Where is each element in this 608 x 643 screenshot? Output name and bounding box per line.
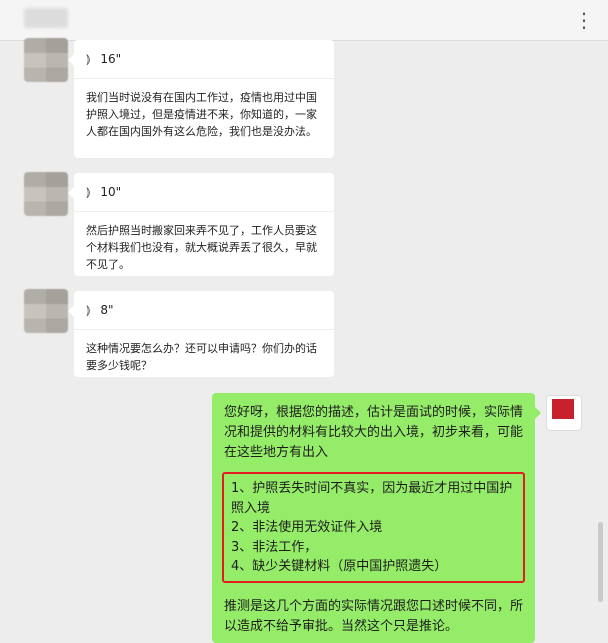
avatar[interactable] (24, 38, 68, 82)
voice-row[interactable]: ⦆ 10" (86, 181, 322, 203)
voice-wave-icon: ⦆ (86, 184, 91, 200)
voice-duration: 16" (100, 52, 122, 66)
reply-point: 2、非法使用无效证件入境 (231, 520, 383, 535)
voice-transcript: 然后护照当时搬家回来弄不见了，工作人员要这个材料我们也没有，就大概说弄丢了很久，… (86, 224, 317, 271)
voice-transcript: 我们当时说没有在国内工作过，疫情也用过中国护照入境过，但是疫情进不来，你知道的，… (86, 91, 317, 138)
voice-message-bubble[interactable]: ⦆ 16" 我们当时说没有在国内工作过，疫情也用过中国护照入境过，但是疫情进不来… (68, 40, 334, 158)
voice-row[interactable]: ⦆ 16" (86, 48, 322, 70)
voice-duration: 8" (100, 303, 114, 317)
reply-point: 3、非法工作， (231, 539, 318, 555)
chat-title-blurred (24, 8, 68, 28)
voice-duration: 10" (100, 185, 122, 199)
divider (74, 211, 334, 212)
chat-header: ⋮ (0, 0, 608, 41)
more-vertical-icon[interactable]: ⋮ (574, 10, 594, 30)
highlighted-points-box: 1、护照丢失时间不真实，因为最近才用过中国护照入境 2、非法使用无效证件入境 3… (222, 472, 525, 583)
scrollbar[interactable] (598, 522, 603, 602)
reply-tail: 推测是这几个方面的实际情况跟您口述时候不同，所以造成不给予审批。当然这个只是推论… (224, 598, 524, 634)
divider (74, 329, 334, 330)
avatar[interactable] (24, 289, 68, 333)
reply-message-bubble[interactable]: 您好呀，根据您的描述，估计是面试的时候，实际情况和提供的材料有比较大的出入境，初… (212, 393, 541, 643)
reply-intro: 您好呀，根据您的描述，估计是面试的时候，实际情况和提供的材料有比较大的出入境，初… (224, 405, 524, 460)
logo-mark (552, 399, 574, 419)
voice-message-bubble[interactable]: ⦆ 8" 这种情况要怎么办？还可以申请吗？你们办的话要多少钱呢？ (68, 291, 334, 377)
self-avatar-logo[interactable] (546, 395, 582, 431)
voice-wave-icon: ⦆ (86, 302, 91, 318)
reply-point: 4、缺少关键材料（原中国护照遗失） (231, 559, 448, 574)
voice-wave-icon: ⦆ (86, 51, 91, 67)
reply-point: 1、护照丢失时间不真实，因为最近才用过中国护照入境 (231, 481, 513, 516)
avatar[interactable] (24, 172, 68, 216)
divider (74, 78, 334, 79)
voice-transcript: 这种情况要怎么办？还可以申请吗？你们办的话要多少钱呢？ (86, 342, 317, 372)
voice-message-bubble[interactable]: ⦆ 10" 然后护照当时搬家回来弄不见了，工作人员要这个材料我们也没有，就大概说… (68, 173, 334, 276)
voice-row[interactable]: ⦆ 8" (86, 299, 322, 321)
